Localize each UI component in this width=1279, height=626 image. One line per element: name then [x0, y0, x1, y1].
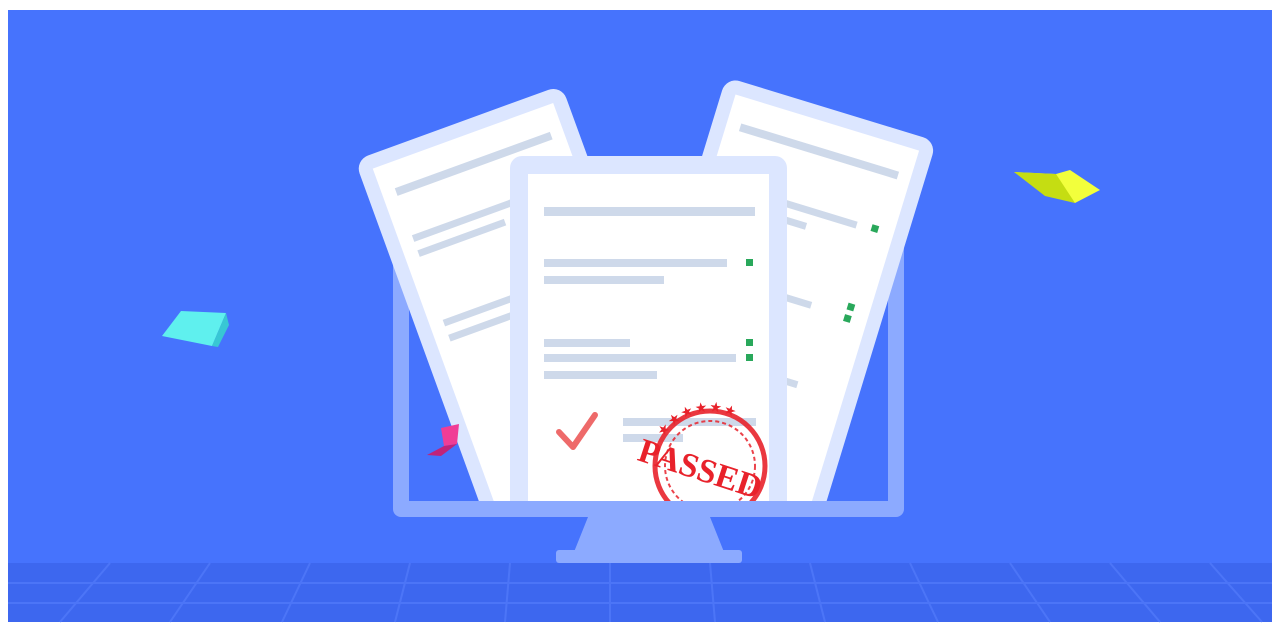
floor-grid [8, 562, 1272, 623]
document-center: ★★★★★★ PASSED [510, 156, 787, 501]
illustration-canvas: ★★★★★★ PASSED [8, 10, 1272, 623]
text-line [544, 259, 727, 267]
text-line [544, 339, 630, 347]
text-line [544, 371, 657, 379]
monitor-neck [574, 517, 724, 552]
status-mark [746, 354, 753, 361]
status-mark [746, 259, 753, 266]
status-mark [746, 339, 753, 346]
text-line [544, 207, 755, 216]
text-line [544, 276, 664, 284]
monitor-stand [556, 550, 742, 563]
text-line [544, 354, 736, 362]
